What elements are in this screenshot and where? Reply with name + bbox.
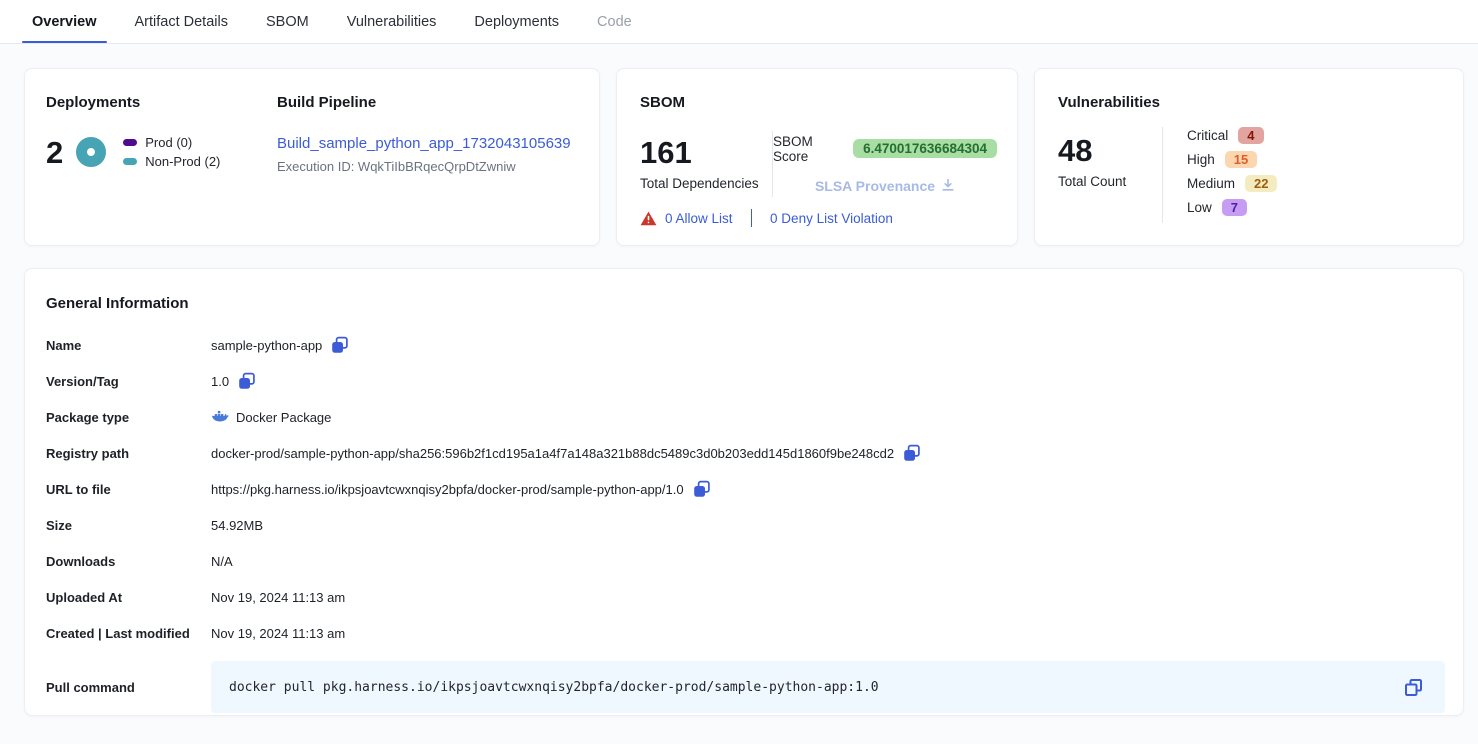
allow-list-link[interactable]: 0 Allow List [665,211,733,226]
copy-name-button[interactable] [331,336,349,354]
severity-badge-high: 15 [1225,151,1257,168]
severity-label-high: High [1187,152,1215,167]
info-row-size: Size 54.92MB [46,507,1445,543]
info-row-url: URL to file https://pkg.harness.io/ikpsj… [46,471,1445,507]
sbom-total-block: 161 Total Dependencies [640,137,772,191]
info-label: Size [46,518,211,533]
copy-registry-path-button[interactable] [903,444,921,462]
size-value: 54.92MB [211,518,263,533]
deployments-total-count: 2 [46,137,63,168]
general-information-card: General Information Name sample-python-a… [24,268,1464,716]
info-row-registry-path: Registry path docker-prod/sample-python-… [46,435,1445,471]
tab-deployments[interactable]: Deployments [468,0,565,43]
info-label: Uploaded At [46,590,211,605]
downloads-value: N/A [211,554,233,569]
vulnerabilities-divider [1162,127,1163,223]
vulnerabilities-total-count: 48 [1058,135,1162,166]
created-modified-value: Nov 19, 2024 11:13 am [211,626,345,641]
pipeline-link[interactable]: Build_sample_python_app_1732043105639 [277,135,571,152]
info-row-name: Name sample-python-app [46,327,1445,363]
build-pipeline-section: Build Pipeline Build_sample_python_app_1… [277,94,571,225]
registry-path-value: docker-prod/sample-python-app/sha256:596… [211,446,894,461]
tab-code: Code [591,0,638,43]
summary-cards-row: Deployments 2 Prod (0) Non-Prod (2) [0,44,1478,246]
execution-id: Execution ID: WqkTiIbBRqecQrpDtZwniw [277,159,571,174]
build-pipeline-title: Build Pipeline [277,94,571,111]
vulnerabilities-total-block: 48 Total Count [1058,127,1162,223]
prod-legend-swatch [123,139,137,146]
sbom-card: SBOM 161 Total Dependencies SBOM Score 6… [616,68,1018,246]
url-to-file-value: https://pkg.harness.io/ikpsjoavtcwxnqisy… [211,482,684,497]
info-row-created-modified: Created | Last modified Nov 19, 2024 11:… [46,615,1445,651]
deployments-card: Deployments 2 Prod (0) Non-Prod (2) [24,68,600,246]
tab-overview[interactable]: Overview [26,0,103,43]
nonprod-legend-swatch [123,158,137,165]
severity-badge-low: 7 [1222,199,1247,216]
severity-label-medium: Medium [1187,176,1235,191]
deployments-donut-chart [76,137,106,167]
sbom-score-label: SBOM Score [773,134,845,164]
nonprod-legend-label: Non-Prod (2) [145,154,220,169]
pull-command-text: docker pull pkg.harness.io/ikpsjoavtcwxn… [229,680,1395,695]
copy-pull-command-button[interactable] [1404,678,1423,697]
severity-row-critical: Critical 4 [1187,127,1277,144]
uploaded-at-value: Nov 19, 2024 11:13 am [211,590,345,605]
severity-row-high: High 15 [1187,151,1277,168]
copy-url-button[interactable] [693,480,711,498]
severity-label-critical: Critical [1187,128,1228,143]
vulnerabilities-title: Vulnerabilities [1058,94,1443,111]
info-label: Downloads [46,554,211,569]
warning-triangle-icon [640,211,657,226]
deny-list-link[interactable]: 0 Deny List Violation [770,211,893,226]
info-label: Created | Last modified [46,626,211,641]
severity-badge-medium: 22 [1245,175,1277,192]
severity-row-low: Low 7 [1187,199,1277,216]
prod-legend-label: Prod (0) [145,135,192,150]
pull-command-box: docker pull pkg.harness.io/ikpsjoavtcwxn… [211,661,1445,713]
vulnerabilities-total-label: Total Count [1058,174,1162,189]
copy-version-button[interactable] [238,372,256,390]
deployments-legend: Prod (0) Non-Prod (2) [123,131,220,173]
vulnerabilities-card: Vulnerabilities 48 Total Count Critical … [1034,68,1464,246]
info-label: Registry path [46,446,211,461]
severity-list: Critical 4 High 15 Medium 22 Low 7 [1187,127,1277,223]
sbom-title: SBOM [640,94,997,111]
tab-vulnerabilities[interactable]: Vulnerabilities [341,0,443,43]
tab-artifact-details[interactable]: Artifact Details [129,0,234,43]
sbom-score-badge: 6.470017636684304 [853,139,997,158]
tab-bar: Overview Artifact Details SBOM Vulnerabi… [0,0,1478,44]
info-label: Name [46,338,211,353]
deployments-section: Deployments 2 Prod (0) Non-Prod (2) [46,94,277,225]
slsa-provenance-link[interactable]: SLSA Provenance [815,178,955,195]
slsa-provenance-label: SLSA Provenance [815,178,935,194]
info-row-downloads: Downloads N/A [46,543,1445,579]
info-row-uploaded-at: Uploaded At Nov 19, 2024 11:13 am [46,579,1445,615]
severity-row-medium: Medium 22 [1187,175,1277,192]
general-information-title: General Information [46,295,1445,312]
info-label: Version/Tag [46,374,211,389]
severity-badge-critical: 4 [1238,127,1263,144]
download-icon [941,178,955,195]
version-tag-value: 1.0 [211,374,229,389]
legend-item-nonprod: Non-Prod (2) [123,154,220,169]
overview-page: Deployments 2 Prod (0) Non-Prod (2) [0,44,1478,716]
deployments-title: Deployments [46,94,277,111]
info-row-version: Version/Tag 1.0 [46,363,1445,399]
artifact-name-value: sample-python-app [211,338,322,353]
info-row-pull-command: Pull command docker pull pkg.harness.io/… [46,661,1445,713]
sbom-total-dependencies-label: Total Dependencies [640,176,772,191]
severity-label-low: Low [1187,200,1212,215]
docker-whale-icon [211,410,229,425]
pull-command-label: Pull command [46,680,211,695]
info-row-package-type: Package type Docker Package [46,399,1445,435]
info-label: URL to file [46,482,211,497]
links-divider [751,209,753,227]
tab-sbom[interactable]: SBOM [260,0,315,43]
legend-item-prod: Prod (0) [123,135,220,150]
sbom-total-dependencies: 161 [640,137,772,168]
info-label: Package type [46,410,211,425]
package-type-value: Docker Package [236,410,331,425]
